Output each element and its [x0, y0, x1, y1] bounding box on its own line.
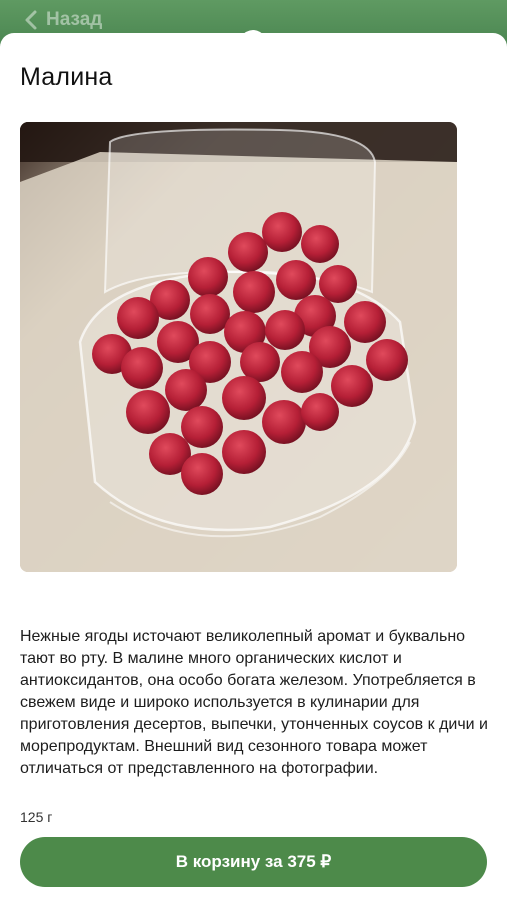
raspberries-photo-icon — [20, 122, 457, 572]
product-description: Нежные ягоды источают великолепный арома… — [20, 628, 488, 777]
sheet-notch — [240, 30, 266, 37]
add-to-cart-button[interactable]: В корзину за 375 ₽ — [20, 837, 487, 887]
back-button[interactable]: Назад — [22, 9, 102, 31]
chevron-left-icon — [25, 10, 37, 30]
product-sheet: Малина Нежные ягоды источают великолепны… — [0, 30, 507, 900]
product-title: Малина — [20, 63, 113, 91]
product-weight: 125 г — [20, 809, 53, 825]
back-label: Назад — [46, 9, 103, 30]
product-image — [20, 122, 457, 572]
